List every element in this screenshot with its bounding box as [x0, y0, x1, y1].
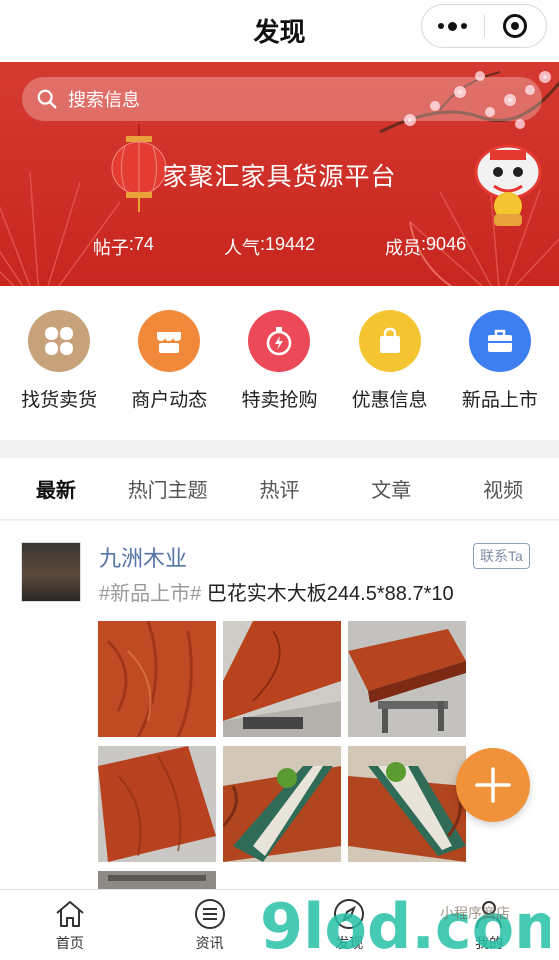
create-post-button[interactable]	[456, 748, 530, 822]
nav-discover[interactable]: 发现	[280, 890, 420, 960]
more-dots-icon	[438, 21, 468, 31]
community-stats: 帖子:74 人气:19442 成员:9046	[0, 234, 559, 260]
post-title: 巴花实木大板244.5*88.7*10	[201, 583, 454, 605]
stat-members: 成员:9046	[385, 234, 467, 258]
user-icon	[476, 901, 503, 929]
post-photo[interactable]	[223, 746, 341, 862]
shop-icon	[138, 310, 201, 372]
contact-button[interactable]: 联系Ta	[473, 543, 530, 569]
post-photo[interactable]	[98, 621, 216, 737]
search-icon	[37, 89, 57, 109]
category-label: 优惠信息	[351, 390, 428, 411]
stat-value: 19442	[264, 234, 316, 254]
category-flash-sale[interactable]: 特卖抢购	[227, 286, 331, 440]
stat-popularity: 人气:19442	[223, 234, 316, 258]
post-text[interactable]: #新品上市# 巴花实木大板244.5*88.7*10	[99, 577, 454, 606]
tab-videos[interactable]: 视频	[447, 474, 559, 503]
clover-icon	[28, 310, 91, 372]
category-label: 特卖抢购	[241, 390, 318, 411]
home-icon	[56, 901, 84, 927]
briefcase-icon	[468, 310, 531, 372]
category-discounts[interactable]: 优惠信息	[338, 286, 442, 440]
category-find-goods[interactable]: 找货卖货	[7, 286, 111, 440]
avatar[interactable]	[21, 542, 81, 602]
platform-name: 家聚汇家具货源平台	[162, 163, 397, 191]
compass-icon	[334, 899, 365, 929]
shopping-bag-icon	[358, 310, 421, 372]
category-new-arrivals[interactable]: 新品上市	[448, 286, 552, 440]
post-photo[interactable]	[98, 871, 216, 891]
nav-label: 首页	[55, 935, 84, 951]
tab-latest[interactable]: 最新	[0, 474, 112, 503]
bottom-nav: 首页 资讯 发现 我的	[0, 889, 559, 960]
post-author[interactable]: 九洲木业	[99, 541, 187, 573]
stat-value: 74	[133, 234, 154, 254]
tab-hot-comments[interactable]: 热评	[224, 474, 336, 503]
category-grid: 找货卖货 商户动态 特卖抢购 优惠信息 新品上市	[0, 286, 559, 440]
category-merchant-news[interactable]: 商户动态	[117, 286, 221, 440]
nav-news[interactable]: 资讯	[140, 890, 280, 960]
search-bar[interactable]: 搜索信息	[22, 77, 542, 121]
search-placeholder: 搜索信息	[68, 90, 140, 110]
stat-value: 9046	[426, 234, 467, 254]
category-label: 找货卖货	[21, 390, 98, 411]
nav-mine[interactable]: 我的	[419, 890, 559, 960]
tab-articles[interactable]: 文章	[335, 474, 447, 503]
stat-label: 帖子	[92, 238, 129, 258]
nav-label: 发现	[335, 935, 364, 951]
list-icon	[194, 899, 225, 929]
feed-post[interactable]: 九洲木业 联系Ta #新品上市# 巴花实木大板244.5*88.7*10	[0, 521, 559, 891]
post-tag[interactable]: #新品上市#	[99, 583, 201, 605]
tab-hot-topics[interactable]: 热门主题	[112, 474, 224, 503]
stat-label: 成员	[385, 238, 422, 258]
stopwatch-icon	[248, 310, 311, 372]
banner: 搜索信息 家聚汇家具货源平台 帖子:74 人气:19442 成员:9046	[0, 62, 559, 286]
plus-icon	[475, 767, 511, 803]
post-photo[interactable]	[348, 746, 466, 862]
category-label: 商户动态	[131, 390, 208, 411]
category-label: 新品上市	[461, 390, 538, 411]
nav-label: 我的	[475, 935, 504, 951]
top-nav-bar: 发现	[0, 0, 559, 62]
target-icon	[503, 14, 528, 38]
more-button[interactable]	[422, 5, 484, 47]
post-photo[interactable]	[348, 621, 466, 737]
post-photo[interactable]	[223, 621, 341, 737]
post-photo[interactable]	[98, 746, 216, 862]
mini-program-capsule	[421, 4, 547, 48]
stat-label: 人气	[223, 238, 260, 258]
stat-posts: 帖子:74	[92, 234, 154, 258]
nav-label: 资讯	[195, 935, 224, 951]
feed-tabs: 最新 热门主题 热评 文章 视频	[0, 458, 559, 520]
close-button[interactable]	[484, 5, 546, 47]
nav-home[interactable]: 首页	[0, 890, 140, 960]
